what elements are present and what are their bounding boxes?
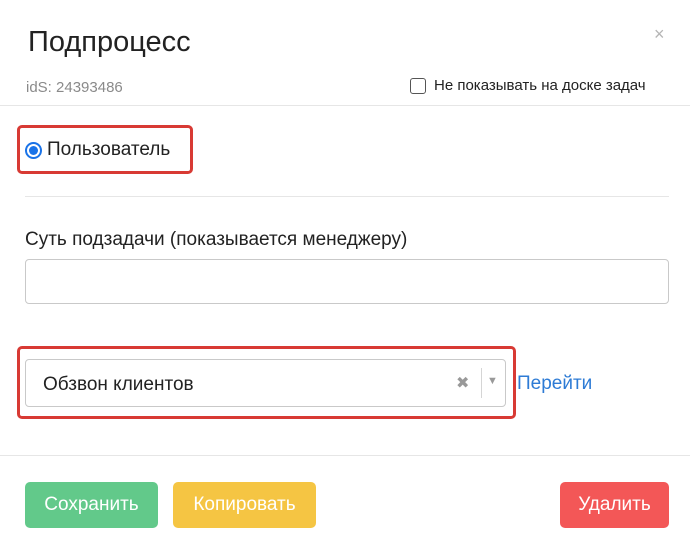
process-select-value: Обзвон клиентов [43, 374, 194, 395]
select-divider [481, 368, 482, 398]
delete-button[interactable]: Удалить [560, 482, 669, 528]
hide-on-board-option[interactable]: Не показывать на доске задач [410, 77, 646, 94]
subtask-essence-input[interactable] [25, 259, 669, 304]
header-divider [0, 105, 690, 106]
hide-on-board-checkbox[interactable] [410, 77, 426, 94]
dialog-title: Подпроцесс [28, 26, 191, 58]
user-radio-label: Пользователь [47, 139, 171, 160]
user-radio-option[interactable]: Пользователь [25, 139, 170, 161]
goto-process-link[interactable]: Перейти [517, 373, 592, 395]
hide-on-board-label: Не показывать на доске задач [434, 77, 646, 94]
copy-button[interactable]: Копировать [173, 482, 316, 528]
section-divider [25, 196, 669, 197]
subtask-essence-label: Суть подзадачи (показывается менеджеру) [25, 229, 408, 250]
close-icon[interactable]: × [654, 24, 665, 44]
chevron-down-icon[interactable]: ▼ [487, 375, 498, 387]
save-button[interactable]: Сохранить [25, 482, 158, 528]
subprocess-dialog: Подпроцесс × idS: 24393486 Не показывать… [0, 0, 690, 552]
radio-selected-dot [29, 145, 38, 155]
user-radio[interactable] [25, 141, 42, 159]
ids-label: idS: 24393486 [26, 79, 123, 96]
footer-divider [0, 455, 690, 456]
clear-icon[interactable]: ✖ [456, 373, 469, 393]
process-select[interactable]: Обзвон клиентов ✖ ▼ [25, 359, 506, 407]
